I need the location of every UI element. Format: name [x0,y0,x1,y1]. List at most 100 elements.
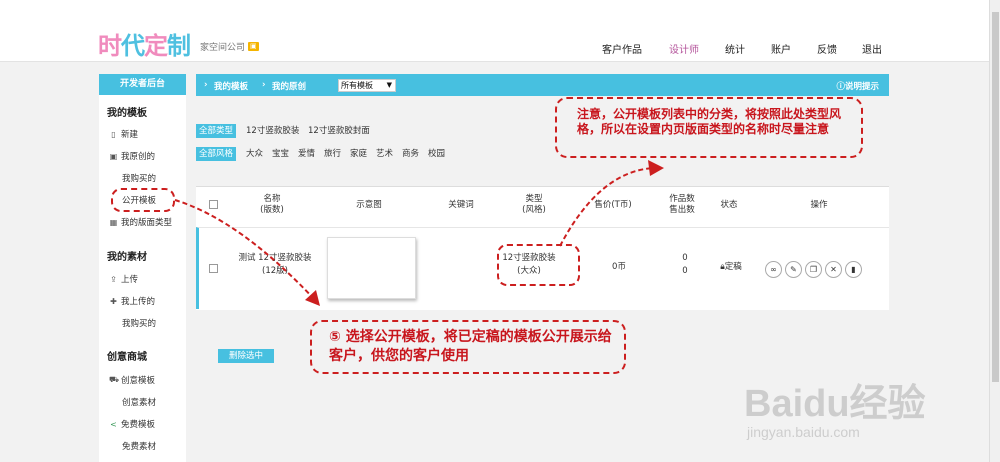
image-icon: ▣ [109,151,118,161]
filter-style[interactable]: 大众 [246,147,263,161]
header-counts: 作品数 售出数 [662,194,702,216]
template-filter-select[interactable]: 所有模板 ▼ [338,79,396,92]
section-my-materials: 我的素材 [107,252,147,263]
header-name-label: 名称 [263,194,281,204]
row-name: 测试 12寸竖款胶装 [238,253,312,263]
select-value: 所有模板 [341,81,373,90]
top-header: 时代定制 家空间公司 ▣ 客户作品 设计师 统计 账户 反馈 退出 [0,0,1000,62]
chevron-right-icon: › [262,80,266,90]
row-checkbox[interactable] [209,264,218,273]
filter-all-types[interactable]: 全部类型 [196,124,237,138]
sidebar-item-upload[interactable]: ⇪ 上传 [109,273,139,286]
sidebar-item-label: 新建 [121,130,139,140]
help-link[interactable]: ⓘ说明提示 [836,80,879,92]
section-my-templates: 我的模板 [107,108,147,119]
sidebar-item-material-purchased[interactable]: 我购买的 [122,317,156,329]
sidebar-item-label: 我购买的 [122,319,157,329]
sidebar-item-label: 我上传的 [121,297,156,307]
row-name-cell: 测试 12寸竖款胶装 (12版) [235,252,315,278]
sidebar-item-label: 免费模板 [121,420,156,430]
nav-account[interactable]: 账户 [771,41,791,56]
sidebar-title: 开发者后台 [99,74,186,95]
select-all-checkbox[interactable] [209,200,218,209]
sidebar-item-my-purchased[interactable]: 我购买的 [122,172,156,184]
copy-icon[interactable]: ❐ [805,261,822,278]
share-icon: < [110,419,117,429]
sidebar-item-label: 上传 [121,275,139,285]
sidebar-item-new[interactable]: ▯ 新建 [109,128,139,141]
puzzle-icon: ✚ [110,296,117,306]
header-actions: 操作 [810,200,828,210]
sidebar-item-label: 创意模板 [121,376,156,386]
header-type-sub: (风格) [522,205,546,215]
filter-style[interactable]: 艺术 [376,147,393,161]
header-keywords: 关键词 [448,200,474,210]
filter-style[interactable]: 宝宝 [272,147,289,161]
header-name-sub: (版数) [260,205,284,215]
nav-stats[interactable]: 统计 [725,41,745,56]
sidebar-item-label: 创意素材 [122,398,157,408]
header-name: 名称 (版数) [252,194,292,216]
filter-style[interactable]: 商务 [402,147,419,161]
sidebar-item-my-uploaded[interactable]: ✚ 我上传的 [109,295,156,308]
header-works-count: 作品数 [669,194,695,204]
upload-icon: ⇪ [110,274,117,284]
row-sold: 0 [682,266,688,276]
filter-type[interactable]: 12寸竖款胶装 [246,124,299,138]
filter-all-styles[interactable]: 全部风格 [196,147,237,161]
sidebar-item-label: 免费素材 [122,442,157,452]
filter-style[interactable]: 家庭 [350,147,367,161]
filter-type[interactable]: 12寸竖款胶封面 [308,124,370,138]
row-works: 0 [682,253,688,263]
row-counts-cell: 0 0 [673,252,697,278]
sidebar-item-my-layout-types[interactable]: ▦ 我的版面类型 [109,216,172,229]
header-price: 售价(T币) [594,200,632,210]
annotation-note-public: ⑤ 选择公开模板，将已定稿的模板公开展示给客户，供您的客户使用 [310,320,626,374]
link-icon[interactable]: ∞ [765,261,782,278]
nav-logout[interactable]: 退出 [862,41,882,56]
baidu-watermark: Baidu经验 jingyan.baidu.com [744,372,984,462]
header-sold-count: 售出数 [669,205,695,215]
filter-style[interactable]: 爱情 [298,147,315,161]
edit-icon[interactable]: ✎ [785,261,802,278]
sidebar-item-creative-materials[interactable]: 创意素材 [122,396,156,408]
filter-style[interactable]: 校园 [428,147,445,161]
template-preview-image[interactable] [327,237,416,299]
dropdown-arrow-icon: ▼ [386,81,392,89]
filter-style[interactable]: 旅行 [324,147,341,161]
breadcrumb: › 我的模板 › 我的原创 所有模板 ▼ ⓘ说明提示 [196,74,889,96]
watermark-logo: Baidu经验 [744,383,926,425]
page-scrollbar[interactable] [989,0,1000,462]
row-price: 0币 [612,262,626,272]
breadcrumb-my-original[interactable]: 我的原创 [272,80,306,92]
header-preview: 示意图 [356,200,382,210]
sidebar-item-free-templates[interactable]: < 免费模板 [109,418,156,431]
annotation-note-category: 注意，公开模板列表中的分类，将按照此处类型风格，所以在设置内页版面类型的名称时尽… [555,97,863,158]
sidebar-item-label: 我原创的 [121,152,156,162]
scrollbar-thumb[interactable] [992,12,999,382]
header-type-label: 类型 [525,194,543,204]
delete-selected-button[interactable]: 删除选中 [218,349,274,363]
help-label: 说明提示 [844,82,879,92]
type-cell-highlight [497,244,580,286]
row-status: 🔒︎定稿 [711,261,751,274]
header-status: 状态 [720,200,738,210]
header-type: 类型 (风格) [514,194,554,216]
nav-designer[interactable]: 设计师 [669,41,699,56]
nav-feedback[interactable]: 反馈 [817,41,837,56]
row-status-label: 定稿 [724,262,742,272]
tools-icon[interactable]: ✕ [825,261,842,278]
trash-icon[interactable]: ▮ [845,261,862,278]
nav-customer-works[interactable]: 客户作品 [602,41,642,56]
sidebar-item-label: 我购买的 [122,174,157,184]
sidebar-item-my-original[interactable]: ▣ 我原创的 [109,150,156,163]
main-nav: 客户作品 设计师 统计 账户 反馈 退出 [0,41,1000,56]
info-icon: ⓘ [836,82,845,92]
breadcrumb-my-templates[interactable]: 我的模板 [214,80,248,92]
section-creative-mall: 创意商城 [107,352,147,363]
public-templates-highlight [111,188,175,212]
sidebar-item-creative-templates[interactable]: ⛟ 创意模板 [109,374,155,386]
grid-icon: ▦ [109,217,118,227]
cart-icon: ⛟ [109,375,120,384]
sidebar-item-free-materials[interactable]: 免费素材 [122,440,156,452]
